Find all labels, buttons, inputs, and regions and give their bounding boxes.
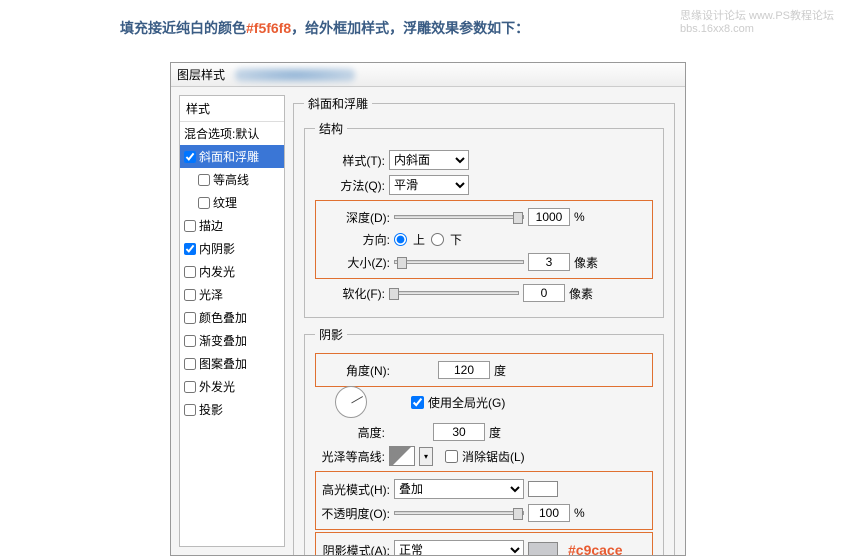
depth-unit: %	[574, 210, 585, 224]
instruction-post: ，给外框加样式，浮雕效果参数如下：	[291, 20, 529, 36]
gloss-contour-label: 光泽等高线:	[315, 448, 385, 465]
depth-slider[interactable]	[394, 215, 524, 219]
color-overlay-checkbox[interactable]	[184, 312, 196, 324]
shadow-hex-annotation: #c9cace	[568, 542, 623, 555]
direction-up-radio[interactable]	[394, 233, 407, 246]
highlight-opacity-input[interactable]	[528, 504, 570, 522]
sidebar-item-inner-glow[interactable]: 内发光	[180, 260, 284, 283]
technique-select[interactable]: 平滑	[389, 175, 469, 195]
soften-input[interactable]	[523, 284, 565, 302]
depth-input[interactable]	[528, 208, 570, 226]
sidebar-item-texture[interactable]: 纹理	[180, 191, 284, 214]
highlight-opacity-label: 不透明度(O):	[320, 505, 390, 522]
depth-label: 深度(D):	[320, 209, 390, 226]
instruction-pre: 填充接近纯白的颜色	[120, 20, 246, 36]
contour-checkbox[interactable]	[198, 174, 210, 186]
styles-sidebar: 样式 混合选项:默认 斜面和浮雕 等高线 纹理 描边 内阴影 内发光 光泽 颜色…	[179, 95, 285, 547]
direction-label: 方向:	[320, 231, 390, 248]
shading-fieldset: 阴影 角度(N): 度 使用全局光(G)	[304, 326, 664, 555]
layer-style-dialog: 图层样式 样式 混合选项:默认 斜面和浮雕 等高线 纹理 描边 内阴影 内发光 …	[170, 62, 686, 556]
global-light-checkbox[interactable]	[411, 396, 424, 409]
size-unit: 像素	[574, 254, 598, 271]
watermark: 思缘设计论坛 www.PS教程论坛 bbs.16xx8.com	[680, 10, 834, 36]
annotation-instruction: 填充接近纯白的颜色#f5f6f8，给外框加样式，浮雕效果参数如下：	[120, 18, 529, 38]
highlight-annotation: 高光模式(H): 叠加 不透明度(O): %	[315, 471, 653, 530]
sidebar-item-contour[interactable]: 等高线	[180, 168, 284, 191]
shading-legend: 阴影	[315, 326, 347, 343]
sidebar-item-drop-shadow[interactable]: 投影	[180, 398, 284, 421]
pattern-overlay-checkbox[interactable]	[184, 358, 196, 370]
titlebar[interactable]: 图层样式	[171, 63, 685, 87]
shadow-annotation: 阴影模式(A): 正常 #c9cace 不透明度(C): %	[315, 532, 653, 555]
style-label: 样式(T):	[315, 152, 385, 169]
gloss-contour-thumb[interactable]	[389, 446, 415, 466]
sidebar-item-color-overlay[interactable]: 颜色叠加	[180, 306, 284, 329]
bevel-checkbox[interactable]	[184, 151, 196, 163]
shadow-mode-select[interactable]: 正常	[394, 540, 524, 555]
highlight-opacity-unit: %	[574, 506, 585, 520]
gloss-dropdown-icon[interactable]: ▾	[419, 447, 433, 466]
antialias-label: 消除锯齿(L)	[462, 448, 525, 465]
gradient-overlay-checkbox[interactable]	[184, 335, 196, 347]
size-label: 大小(Z):	[320, 254, 390, 271]
highlight-opacity-slider[interactable]	[394, 511, 524, 515]
highlight-mode-label: 高光模式(H):	[320, 481, 390, 498]
size-slider[interactable]	[394, 260, 524, 264]
sidebar-header: 样式	[180, 96, 284, 122]
angle-wheel[interactable]	[335, 386, 367, 418]
texture-checkbox[interactable]	[198, 197, 210, 209]
soften-label: 软化(F):	[315, 285, 385, 302]
structure-fieldset: 结构 样式(T): 内斜面 方法(Q): 平滑 深度(D):	[304, 120, 664, 318]
stroke-checkbox[interactable]	[184, 220, 196, 232]
global-light-label: 使用全局光(G)	[428, 394, 505, 411]
dialog-title: 图层样式	[177, 66, 225, 83]
direction-down-radio[interactable]	[431, 233, 444, 246]
titlebar-blur	[235, 68, 355, 82]
sidebar-item-outer-glow[interactable]: 外发光	[180, 375, 284, 398]
angle-input[interactable]	[438, 361, 490, 379]
satin-checkbox[interactable]	[184, 289, 196, 301]
structure-legend: 结构	[315, 120, 347, 137]
sidebar-item-gradient-overlay[interactable]: 渐变叠加	[180, 329, 284, 352]
shadow-mode-label: 阴影模式(A):	[320, 542, 390, 556]
altitude-unit: 度	[489, 424, 501, 441]
sidebar-item-blend[interactable]: 混合选项:默认	[180, 122, 284, 145]
sidebar-item-pattern-overlay[interactable]: 图案叠加	[180, 352, 284, 375]
altitude-input[interactable]	[433, 423, 485, 441]
altitude-label: 高度:	[315, 424, 385, 441]
outer-glow-checkbox[interactable]	[184, 381, 196, 393]
angle-annotation: 角度(N): 度	[315, 353, 653, 387]
angle-label: 角度(N):	[320, 362, 390, 379]
inner-shadow-checkbox[interactable]	[184, 243, 196, 255]
main-panel: 斜面和浮雕 结构 样式(T): 内斜面 方法(Q): 平滑 深度(D):	[289, 87, 685, 555]
sidebar-item-stroke[interactable]: 描边	[180, 214, 284, 237]
technique-label: 方法(Q):	[315, 177, 385, 194]
inner-glow-checkbox[interactable]	[184, 266, 196, 278]
angle-unit: 度	[494, 362, 506, 379]
drop-shadow-checkbox[interactable]	[184, 404, 196, 416]
bevel-legend: 斜面和浮雕	[304, 95, 372, 112]
size-input[interactable]	[528, 253, 570, 271]
sidebar-item-satin[interactable]: 光泽	[180, 283, 284, 306]
depth-annotation: 深度(D): % 方向: 上 下	[315, 200, 653, 279]
shadow-color-swatch[interactable]	[528, 542, 558, 555]
sidebar-item-inner-shadow[interactable]: 内阴影	[180, 237, 284, 260]
soften-unit: 像素	[569, 285, 593, 302]
soften-slider[interactable]	[389, 291, 519, 295]
sidebar-item-bevel[interactable]: 斜面和浮雕	[180, 145, 284, 168]
highlight-color-swatch[interactable]	[528, 481, 558, 497]
antialias-checkbox[interactable]	[445, 450, 458, 463]
highlight-mode-select[interactable]: 叠加	[394, 479, 524, 499]
style-select[interactable]: 内斜面	[389, 150, 469, 170]
instruction-hex: #f5f6f8	[246, 20, 291, 36]
bevel-fieldset: 斜面和浮雕 结构 样式(T): 内斜面 方法(Q): 平滑 深度(D):	[293, 95, 675, 555]
